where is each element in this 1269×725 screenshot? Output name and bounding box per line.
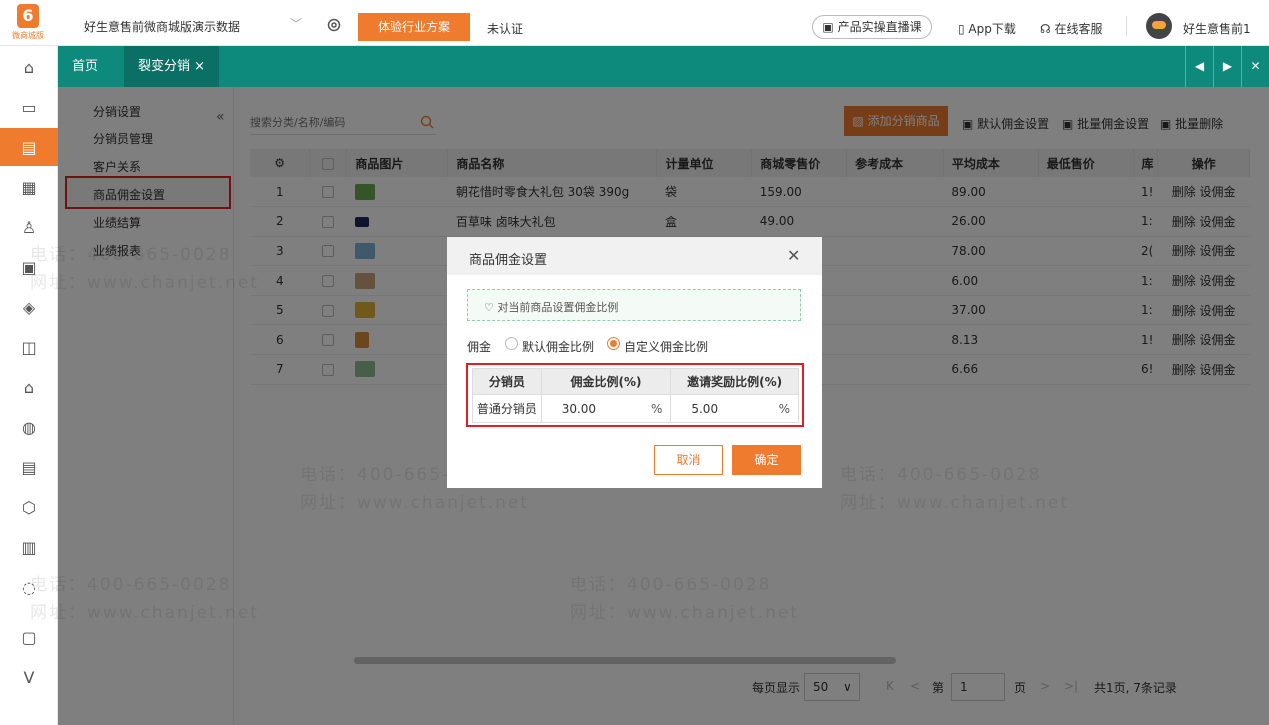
id-card-icon[interactable]: ▥ — [0, 528, 58, 566]
gear-icon[interactable] — [326, 17, 342, 33]
header-distributor: 分销员 — [472, 368, 542, 395]
nav-rail: ⌂ ▭ ▤ ▦ ♙ ▣ ◈ ◫ ⌂ ◍ ▤ ⬡ ▥ ◌ ▢ V — [0, 46, 58, 725]
app-download-label: App下载 — [968, 22, 1016, 36]
cancel-button[interactable]: 取消 — [654, 445, 723, 475]
industry-solution-button[interactable]: 体验行业方案 — [358, 13, 470, 41]
news-icon[interactable]: ▢ — [0, 618, 58, 656]
online-service-label: 在线客服 — [1054, 22, 1103, 36]
app-download-link[interactable]: ▯ App下载 — [958, 20, 1016, 37]
radio-custom-label[interactable]: 自定义佣金比例 — [624, 338, 708, 355]
tab-prev-icon[interactable]: ◀ — [1185, 46, 1213, 87]
commission-row: 普通分销员 30.00% 5.00% — [472, 394, 799, 423]
header-commission-rate: 佣金比例(%) — [540, 368, 672, 395]
vip-icon[interactable]: V — [0, 658, 58, 696]
tab-distribution-label: 裂变分销 — [138, 59, 191, 74]
close-icon[interactable]: × — [194, 59, 205, 74]
live-course-button[interactable]: ▣ 产品实操直播课 — [812, 15, 932, 39]
bag-icon[interactable]: ◫ — [0, 328, 58, 366]
commission-dialog: 商品佣金设置 ✕ ♡ 对当前商品设置佣金比例 佣金 默认佣金比例 自定义佣金比例… — [447, 237, 822, 488]
tab-home[interactable]: 首页 — [58, 46, 112, 87]
invite-rate-input[interactable]: 5.00% — [670, 394, 799, 423]
top-bar: 6 微商城版 好生意售前微商城版演示数据 ﹀ 体验行业方案 未认证 ▣ 产品实操… — [0, 0, 1269, 46]
live-course-label: 产品实操直播课 — [837, 20, 922, 34]
commission-rate-value: 30.00 — [561, 401, 597, 416]
loading-icon[interactable]: ◌ — [0, 568, 58, 606]
invite-rate-value: 5.00 — [691, 401, 719, 416]
money-bag-icon[interactable]: ◍ — [0, 408, 58, 446]
confirm-button[interactable]: 确定 — [732, 445, 801, 475]
chevron-down-icon[interactable]: ﹀ — [290, 15, 302, 32]
tab-bar: 首页 裂变分销 × ◀ ▶ ✕ — [58, 46, 1269, 87]
username[interactable]: 好生意售前1 — [1183, 20, 1251, 37]
logo-mark: 6 — [17, 4, 39, 28]
tv-icon: ▣ — [822, 20, 838, 34]
app-logo[interactable]: 6 微商城版 — [8, 4, 48, 42]
marketing-icon[interactable]: ◈ — [0, 288, 58, 326]
headset-icon: ☊ — [1040, 22, 1055, 36]
commission-rate-unit: % — [650, 401, 663, 416]
commission-label: 佣金 — [467, 340, 492, 354]
store-icon[interactable]: ▭ — [0, 88, 58, 126]
tip-text: ♡ 对当前商品设置佣金比例 — [484, 299, 618, 315]
shop-name[interactable]: 好生意售前微商城版演示数据 — [84, 18, 240, 35]
report-icon[interactable]: ▤ — [0, 448, 58, 486]
phone-icon: ▯ — [958, 22, 969, 36]
distributor-role: 普通分销员 — [472, 394, 542, 423]
commission-header-row: 分销员 佣金比例(%) 邀请奖励比例(%) — [472, 368, 799, 395]
tab-next-icon[interactable]: ▶ — [1213, 46, 1241, 87]
invite-rate-unit: % — [778, 401, 790, 416]
avatar[interactable] — [1146, 13, 1172, 39]
divider — [1126, 16, 1127, 36]
user-icon[interactable]: ♙ — [0, 208, 58, 246]
dialog-header: 商品佣金设置 ✕ — [447, 237, 822, 275]
tip-label: 对当前商品设置佣金比例 — [497, 301, 619, 314]
radio-default-commission[interactable] — [505, 337, 518, 350]
close-icon[interactable]: ✕ — [787, 246, 800, 265]
warehouse-icon[interactable]: ⌂ — [0, 368, 58, 406]
distribution-icon[interactable]: ▤ — [0, 128, 58, 166]
commission-rate-input[interactable]: 30.00% — [540, 394, 672, 423]
order-icon[interactable]: ▦ — [0, 168, 58, 206]
commission-table: 分销员 佣金比例(%) 邀请奖励比例(%) 普通分销员 30.00% 5.00% — [472, 368, 799, 423]
online-service-link[interactable]: ☊ 在线客服 — [1040, 20, 1103, 37]
box-icon[interactable]: ⬡ — [0, 488, 58, 526]
home-icon[interactable]: ⌂ — [0, 48, 58, 86]
tip-box: ♡ 对当前商品设置佣金比例 — [467, 289, 801, 321]
certification-status[interactable]: 未认证 — [487, 20, 523, 37]
tab-distribution[interactable]: 裂变分销 × — [124, 46, 220, 87]
radio-default-label[interactable]: 默认佣金比例 — [522, 338, 594, 355]
radio-custom-commission[interactable] — [607, 337, 620, 350]
logo-text: 微商城版 — [12, 31, 44, 40]
tab-close-all-icon[interactable]: ✕ — [1241, 46, 1269, 87]
lightbulb-icon: ♡ — [484, 301, 498, 314]
dialog-title: 商品佣金设置 — [469, 253, 548, 268]
header-invite-rate: 邀请奖励比例(%) — [670, 368, 799, 395]
finance-icon[interactable]: ▣ — [0, 248, 58, 286]
